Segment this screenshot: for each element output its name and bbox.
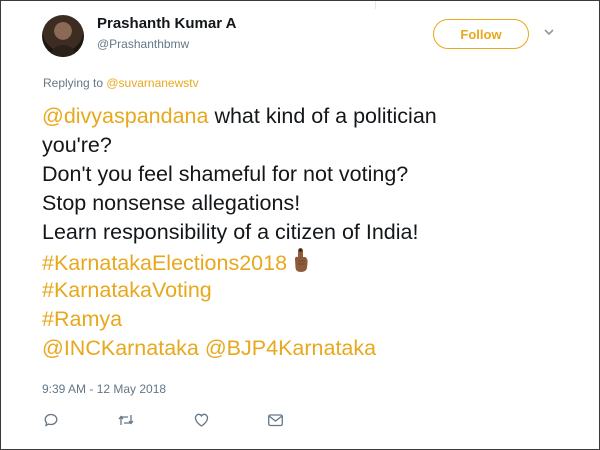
message-icon[interactable] bbox=[265, 410, 285, 430]
tweet-line: #Ramya bbox=[42, 305, 582, 334]
reply-context-prefix: Replying to bbox=[43, 76, 107, 90]
tweet-line: @divyaspandana what kind of a politician bbox=[42, 102, 582, 131]
tweet-text: @divyaspandana what kind of a politician… bbox=[42, 102, 582, 363]
mention-link[interactable]: @divyaspandana bbox=[42, 104, 208, 128]
author-name[interactable]: Prashanth Kumar A bbox=[97, 15, 236, 32]
action-bar bbox=[42, 410, 342, 432]
reply-context-handle[interactable]: @suvarnanewstv bbox=[106, 76, 198, 90]
reply-context: Replying to @suvarnanewstv bbox=[43, 76, 199, 90]
tweet-text-segment: what kind of a politician bbox=[208, 104, 437, 128]
like-icon[interactable] bbox=[191, 410, 211, 430]
mention-link[interactable]: @BJP4Karnataka bbox=[205, 336, 376, 360]
tweet-text-segment: you're? bbox=[42, 133, 112, 157]
hashtag-link[interactable]: #Ramya bbox=[42, 307, 122, 331]
tweet-line: Don't you feel shameful for not voting? bbox=[42, 160, 582, 189]
hashtag-link[interactable]: #KarnatakaVoting bbox=[42, 278, 212, 302]
tweet-line: #KarnatakaElections2018 bbox=[42, 247, 582, 276]
mention-link[interactable]: @INCKarnataka bbox=[42, 336, 199, 360]
thread-line bbox=[375, 1, 376, 9]
tweet-line: #KarnatakaVoting bbox=[42, 276, 582, 305]
pointing-finger-icon bbox=[295, 248, 308, 272]
retweet-icon[interactable] bbox=[116, 410, 136, 430]
tweet-line: Stop nonsense allegations! bbox=[42, 189, 582, 218]
timestamp[interactable]: 9:39 AM - 12 May 2018 bbox=[42, 382, 166, 396]
tweet-text-segment: Learn responsibility of a citizen of Ind… bbox=[42, 220, 419, 244]
tweet-line: Learn responsibility of a citizen of Ind… bbox=[42, 218, 582, 247]
reply-icon[interactable] bbox=[41, 410, 61, 430]
tweet-card: Prashanth Kumar A @Prashanthbmw Follow R… bbox=[0, 0, 600, 450]
tweet-text-segment: Don't you feel shameful for not voting? bbox=[42, 162, 409, 186]
follow-button[interactable]: Follow bbox=[433, 19, 529, 49]
tweet-line: @INCKarnataka @BJP4Karnataka bbox=[42, 334, 582, 363]
author-handle[interactable]: @Prashanthbmw bbox=[97, 37, 189, 51]
hashtag-link[interactable]: #KarnatakaElections2018 bbox=[42, 251, 287, 275]
tweet-text-segment: Stop nonsense allegations! bbox=[42, 191, 301, 215]
avatar[interactable] bbox=[42, 15, 84, 57]
chevron-down-icon[interactable] bbox=[544, 27, 554, 37]
tweet-line: you're? bbox=[42, 131, 582, 160]
